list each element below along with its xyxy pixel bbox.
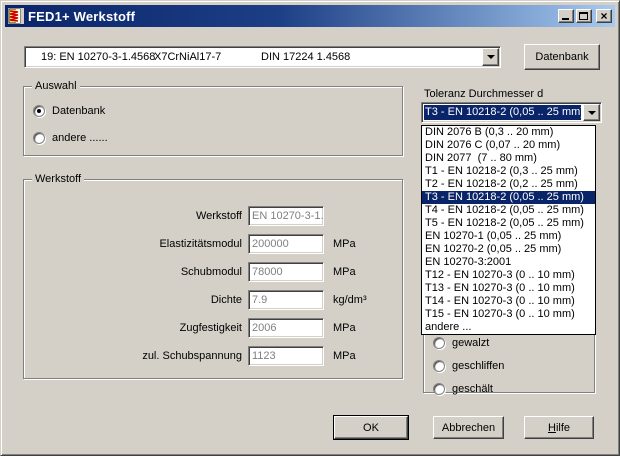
radio-icon [433,360,445,372]
dropdown-item[interactable]: andere ... [422,321,595,334]
material-name: X7CrNiAl17-7 [154,51,221,63]
field-label: Zugfestigkeit [24,322,248,334]
field-input: 1123 [248,346,324,366]
field-unit: MPa [333,350,356,362]
radio-option[interactable]: andere ...... [33,130,402,145]
dropdown-item[interactable]: DIN 2077 (7 .. 80 mm) [422,152,595,165]
titlebar[interactable]: FED1+ Werkstoff × [5,5,615,27]
field-input: EN 10270-3-1.4568 [248,206,324,226]
auswahl-groupbox: Auswahl Datenbank andere ...... [23,86,403,156]
dropdown-item[interactable]: T4 - EN 10218-2 (0,05 .. 25 mm) [422,204,595,217]
field-input: 7.9 [248,290,324,310]
dropdown-item[interactable]: T5 - EN 10218-2 (0,05 .. 25 mm) [422,217,595,230]
radio-icon [33,132,45,144]
window-title: FED1+ Werkstoff [28,9,556,24]
dropdown-item[interactable]: DIN 2076 B (0,3 .. 20 mm) [422,126,595,139]
toleranz-label: Toleranz Durchmesser d [424,88,543,100]
maximize-button[interactable] [576,9,592,23]
toleranz-dropdown-list: DIN 2076 B (0,3 .. 20 mm) DIN 2076 C (0,… [421,125,596,335]
radio-label: geschält [452,383,493,395]
app-icon [8,8,24,24]
radio-icon [433,337,445,349]
minimize-button[interactable] [558,9,574,23]
field-label: Werkstoff [24,210,248,222]
ok-button[interactable]: OK [333,415,409,440]
field-input: 200000 [248,234,324,254]
werkstoff-fields: Werkstoff EN 10270-3-1.4568 Elastizitäts… [24,206,402,366]
dropdown-item[interactable]: T3 - EN 10218-2 (0,05 .. 25 mm) [422,191,595,204]
radio-label: geschliffen [452,360,504,372]
material-norm: DIN 17224 1.4568 [261,51,350,63]
werkstoff-groupbox: Werkstoff Werkstoff EN 10270-3-1.4568 El… [23,179,403,379]
radio-icon [433,383,445,395]
field-row: zul. Schubspannung 1123 MPa [24,346,402,366]
help-button-label: Hilfe [548,422,570,434]
dropdown-item[interactable]: T1 - EN 10218-2 (0,3 .. 25 mm) [422,165,595,178]
material-combo-arrow-button[interactable] [482,48,499,66]
dropdown-item[interactable]: T12 - EN 10270-3 (0 .. 10 mm) [422,269,595,282]
radio-option[interactable]: geschliffen [433,358,594,373]
datenbank-button[interactable]: Datenbank [524,44,600,70]
material-combo-text: 19: EN 10270-3-1.4568 X7CrNiAl17-7 DIN 1… [27,49,480,65]
dropdown-item[interactable]: T15 - EN 10270-3 (0 .. 10 mm) [422,308,595,321]
dropdown-item[interactable]: EN 10270-2 (0,05 .. 25 mm) [422,243,595,256]
cancel-button[interactable]: Abbrechen [433,416,504,439]
auswahl-options: Datenbank andere ...... [24,103,402,145]
field-unit: MPa [333,238,356,250]
radio-option[interactable]: gewalzt [433,335,594,350]
chevron-down-icon [487,55,495,59]
material-index: 19: EN 10270-3-1.4568 [41,51,155,63]
toleranz-combobox[interactable]: T3 - EN 10218-2 (0,05 .. 25 mm) [421,102,602,123]
dropdown-item[interactable]: EN 10270-3:2001 [422,256,595,269]
toleranz-selected-value: T3 - EN 10218-2 (0,05 .. 25 mm) [424,105,581,120]
dropdown-item[interactable]: DIN 2076 C (0,07 .. 20 mm) [422,139,595,152]
close-button[interactable]: × [596,9,612,23]
surface-options: gewalzt geschliffen geschält [424,335,594,396]
field-unit: kg/dm³ [333,294,367,306]
radio-option[interactable]: Datenbank [33,103,402,118]
radio-label: Datenbank [52,105,105,117]
field-label: Elastizitätsmodul [24,238,248,250]
radio-label: gewalzt [452,337,489,349]
datenbank-button-label: Datenbank [535,51,588,63]
field-label: zul. Schubspannung [24,350,248,362]
field-unit: MPa [333,322,356,334]
dropdown-item[interactable]: T14 - EN 10270-3 (0 .. 10 mm) [422,295,595,308]
help-button[interactable]: Hilfe [524,416,594,439]
cancel-button-label: Abbrechen [442,422,495,434]
radio-option[interactable]: geschält [433,381,594,396]
field-row: Zugfestigkeit 2006 MPa [24,318,402,338]
radio-icon [33,105,45,117]
field-row: Werkstoff EN 10270-3-1.4568 [24,206,402,226]
toleranz-combo-arrow-button[interactable] [583,104,600,121]
field-label: Dichte [24,294,248,306]
auswahl-caption: Auswahl [32,80,80,92]
field-input: 2006 [248,318,324,338]
field-input: 78000 [248,262,324,282]
field-unit: MPa [333,266,356,278]
field-row: Dichte 7.9 kg/dm³ [24,290,402,310]
material-combobox[interactable]: 19: EN 10270-3-1.4568 X7CrNiAl17-7 DIN 1… [24,46,501,68]
dropdown-item[interactable]: EN 10270-1 (0,05 .. 25 mm) [422,230,595,243]
maximize-icon [579,12,588,20]
radio-label: andere ...... [52,132,108,144]
dialog-window: FED1+ Werkstoff × 19: EN 10270-3-1.4568 … [0,0,620,456]
field-row: Schubmodul 78000 MPa [24,262,402,282]
field-row: Elastizitätsmodul 200000 MPa [24,234,402,254]
chevron-down-icon [588,111,596,115]
field-label: Schubmodul [24,266,248,278]
dropdown-item[interactable]: T2 - EN 10218-2 (0,2 .. 25 mm) [422,178,595,191]
ok-button-label: OK [363,422,379,434]
close-icon: × [597,9,611,23]
dropdown-item[interactable]: T13 - EN 10270-3 (0 .. 10 mm) [422,282,595,295]
werkstoff-caption: Werkstoff [32,173,84,185]
minimize-icon [562,18,569,20]
